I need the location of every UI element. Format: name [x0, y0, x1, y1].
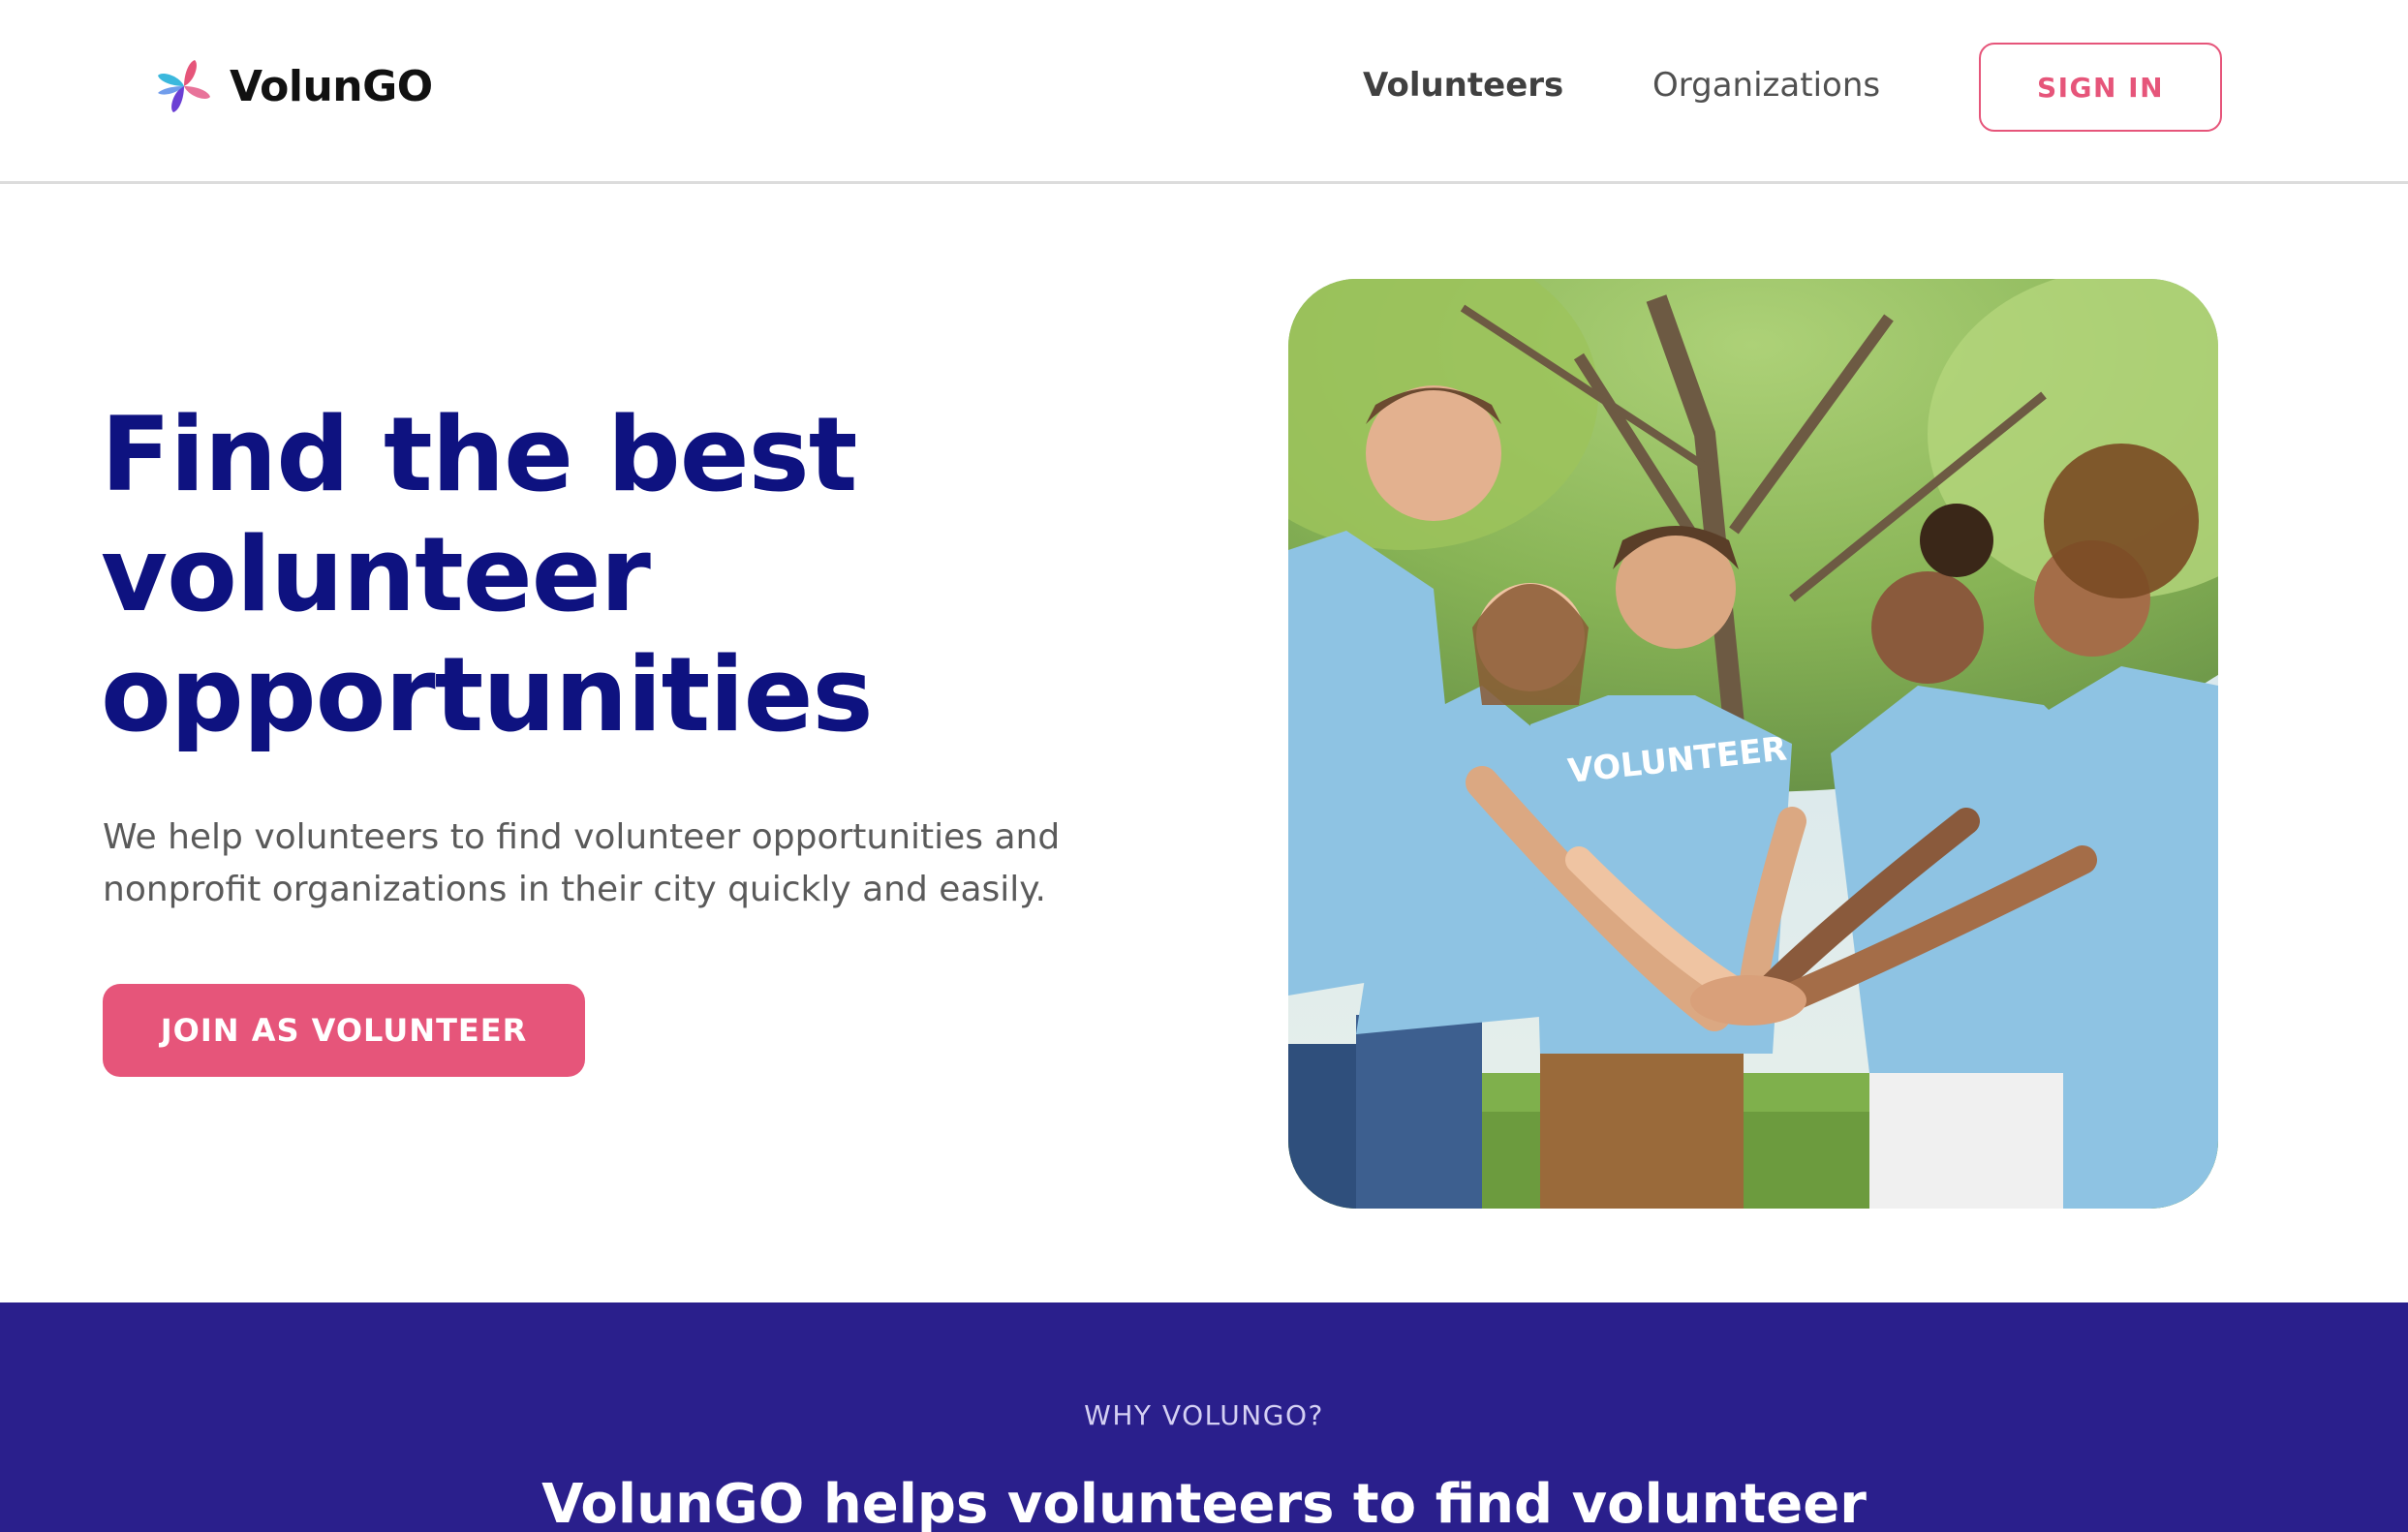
hero-volunteers-photo: VOLUNTEER	[1288, 279, 2218, 1209]
brand-name: VolunGO	[230, 61, 433, 111]
hero-description: We help volunteers to find volunteer opp…	[103, 812, 1071, 916]
sign-in-button[interactable]: SIGN IN	[1979, 43, 2222, 132]
why-volungo-section: WHY VOLUNGO? VolunGO helps volunteers to…	[0, 1302, 2408, 1532]
hero-description-line: We help volunteers to find volunteer opp…	[103, 817, 1061, 857]
hero-description-line: nonprofit organizations in their city qu…	[103, 870, 1046, 909]
hero-title: Find the best volunteer opportunities	[101, 395, 1069, 755]
section-heading: VolunGO helps volunteers to find volunte…	[541, 1473, 1867, 1532]
nav-link-volunteers[interactable]: Volunteers	[1363, 66, 1563, 105]
nav-link-organizations[interactable]: Organizations	[1652, 66, 1880, 105]
join-as-volunteer-button[interactable]: JOIN AS VOLUNTEER	[103, 984, 585, 1077]
hero-title-line: volunteer	[101, 515, 651, 634]
brand-logo[interactable]: VolunGO	[152, 54, 433, 118]
site-header: VolunGO Volunteers Organizations SIGN IN	[0, 0, 2408, 184]
section-kicker: WHY VOLUNGO?	[1084, 1399, 1324, 1431]
pinwheel-logo-icon	[158, 60, 210, 112]
hero-title-line: opportunities	[101, 635, 874, 754]
hero-title-line: Find the best	[101, 395, 857, 514]
